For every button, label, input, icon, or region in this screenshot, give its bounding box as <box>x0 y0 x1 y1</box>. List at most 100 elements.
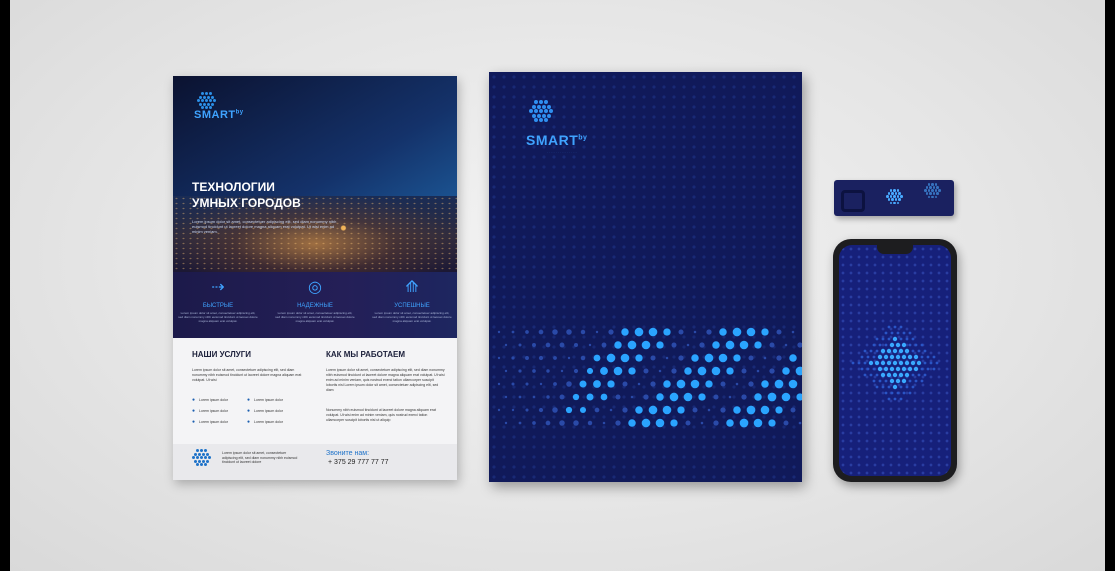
pattern-dot <box>600 367 608 375</box>
pattern-dot <box>559 420 565 426</box>
pattern-dot <box>790 407 796 413</box>
pattern-dot <box>567 356 571 360</box>
pattern-dot <box>739 340 749 350</box>
pattern-dot <box>908 391 912 395</box>
logo-dot <box>206 452 209 456</box>
pattern-dot <box>706 329 712 335</box>
pattern-dot <box>884 343 888 347</box>
pattern-dot <box>774 379 784 389</box>
pattern-dot <box>552 407 558 413</box>
pattern-dot <box>920 355 924 359</box>
pattern-dot <box>892 336 898 342</box>
pattern-dot <box>538 355 544 361</box>
pyramid-icon: ⟰ <box>405 279 419 296</box>
pattern-dot <box>670 419 678 427</box>
pattern-dot <box>868 360 874 366</box>
flyer-brand: SMARTby <box>194 109 244 121</box>
pattern-dot <box>768 419 776 427</box>
pattern-dot <box>518 343 522 347</box>
pattern-dot <box>898 360 904 366</box>
pattern-dot <box>497 330 501 334</box>
pattern-dot <box>606 353 616 363</box>
pattern-dot <box>907 354 913 360</box>
pattern-dot <box>621 328 629 336</box>
pattern-dot <box>746 327 756 337</box>
pattern-dot <box>690 379 700 389</box>
phone-number: + 375 29 777 77 77 <box>328 459 389 466</box>
pattern-dot <box>518 421 522 425</box>
pattern-dot <box>904 372 910 378</box>
services-text: Lorem ipsum dolor sit amet, consectetuer… <box>192 368 302 382</box>
pattern-dot <box>497 382 501 386</box>
pattern-dot <box>920 379 924 383</box>
list-item: Lorem ipsum dolor <box>192 408 228 414</box>
usb-keyring-slot <box>841 190 865 212</box>
pattern-dot <box>880 360 886 366</box>
pattern-dot <box>896 331 900 335</box>
pattern-dot <box>726 367 734 375</box>
pattern-dot <box>872 367 876 371</box>
pattern-dot <box>887 397 891 401</box>
flyer: SMARTby ТЕХНОЛОГИИ УМНЫХ ГОРОДОВ Lorem i… <box>173 76 457 480</box>
pattern-dot <box>892 348 898 354</box>
feature-fast: ⇢ БЫСТРЫЕ Lorem ipsum dolor sit amet, co… <box>178 279 258 323</box>
pattern-dot <box>789 354 797 362</box>
services-heading: НАШИ УСЛУГИ <box>192 350 251 359</box>
pattern-dot <box>565 406 573 414</box>
pattern-dot <box>795 366 802 376</box>
pattern-dot <box>889 342 895 348</box>
pattern-dot <box>686 343 690 347</box>
pattern-dot <box>892 372 898 378</box>
pattern-dot <box>878 343 882 347</box>
pattern-dot <box>877 366 883 372</box>
pattern-dot <box>775 406 783 414</box>
pattern-dot <box>720 381 726 387</box>
pattern-dot <box>677 406 685 414</box>
pattern-dot <box>683 392 693 402</box>
logo-dot <box>534 118 538 122</box>
pattern-dot <box>718 353 728 363</box>
logo-dot <box>539 100 543 104</box>
pattern-dot <box>525 356 529 360</box>
logo-dot <box>932 186 936 189</box>
pattern-dot <box>504 343 508 347</box>
pattern-dot <box>895 342 901 348</box>
pattern-dot <box>705 380 713 388</box>
pattern-dot <box>504 369 508 373</box>
call-label: Звоните нам: <box>326 450 370 457</box>
pattern-dot <box>923 361 927 365</box>
flyer-footer <box>173 444 457 480</box>
logo-dot <box>896 189 899 192</box>
pattern-dot <box>671 342 677 348</box>
logo-dot <box>927 189 930 192</box>
pattern-dot <box>913 354 919 360</box>
logo-dot <box>211 95 214 99</box>
logo-dot <box>932 192 936 195</box>
pattern-dot <box>914 343 918 347</box>
pattern-dot <box>545 420 551 426</box>
pattern-dot <box>678 329 684 335</box>
logo-dot <box>931 183 934 186</box>
pattern-dot <box>525 330 529 334</box>
pattern-dot <box>546 369 550 373</box>
list-item: Lorem ipsum dolor <box>192 397 228 403</box>
flyer-title: ТЕХНОЛОГИИ УМНЫХ ГОРОДОВ <box>192 180 301 210</box>
pattern-dot <box>883 366 889 372</box>
logo-dot <box>938 189 941 192</box>
pattern-dot <box>704 353 714 363</box>
pattern-dot <box>539 382 543 386</box>
pattern-dot <box>883 354 889 360</box>
pattern-dot <box>741 368 747 374</box>
pattern-dot <box>911 385 915 389</box>
pattern-dot <box>875 337 879 341</box>
logo-dot <box>546 104 551 109</box>
pattern-dot <box>511 356 515 360</box>
pattern-dot <box>860 355 864 359</box>
pattern-dot <box>914 379 918 383</box>
pattern-dot <box>880 372 886 378</box>
usb-drive <box>834 180 954 216</box>
pattern-dot <box>707 408 711 412</box>
list-item: Lorem ipsum dolor <box>192 419 228 425</box>
pattern-dot <box>872 343 876 347</box>
pattern-dot <box>923 373 927 377</box>
